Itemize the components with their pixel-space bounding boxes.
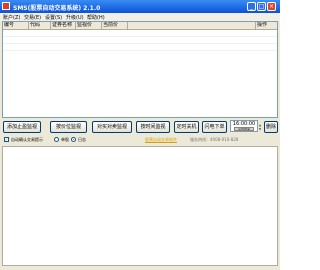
column-header[interactable]: 操作 [255, 22, 277, 29]
column-header[interactable]: 当前价 [102, 22, 128, 29]
table-row [3, 36, 277, 37]
column-header[interactable]: 编号 [3, 22, 29, 29]
set-time-button[interactable]: 设置时间 [234, 127, 254, 131]
app-icon [2, 2, 10, 10]
menu-settings[interactable]: 设置(S) [45, 14, 62, 21]
radio-option-1[interactable] [54, 137, 59, 142]
service-hotline: 服务热线：4008-010-828 [190, 137, 239, 142]
chevron-down-icon[interactable]: ▼ [258, 127, 262, 131]
timed-shutdown-button[interactable]: 定时关机 [174, 121, 199, 133]
time-watch-button[interactable]: 对买对卖监视 [92, 121, 132, 133]
ratio-watch-button[interactable]: 按时间监视 [136, 121, 170, 133]
radio-option-1-label: 单股 [61, 137, 69, 142]
website-link[interactable]: 股票自动交易软件 [145, 137, 177, 143]
maximize-button[interactable]: □ [257, 2, 266, 11]
column-header-blank [128, 22, 255, 29]
column-header[interactable]: 代码 [29, 22, 51, 29]
log-panel [2, 146, 278, 266]
table-header: 编号 代码 证券名称 监视价 当前价 操作 [3, 22, 277, 30]
auto-confirm-label: 自动确认交易提示 [11, 137, 43, 142]
app-window: SMS(股票自动交易系统) 2.1.0 _ □ × 账户(Z) 交易(E) 设置… [0, 0, 280, 270]
column-header[interactable]: 证券名称 [51, 22, 76, 29]
time-stepper[interactable]: ▲ ▼ [258, 123, 262, 131]
table-row [3, 43, 277, 44]
menu-upgrade[interactable]: 升级(U) [66, 14, 84, 21]
radio-option-2[interactable] [71, 137, 76, 142]
menu-help[interactable]: 帮助(H) [87, 14, 105, 21]
add-watch-button[interactable]: 添加止盈监视 [3, 121, 41, 133]
flash-order-button[interactable]: 闪电下单 [202, 121, 227, 133]
table-row [3, 50, 277, 51]
minimize-button[interactable]: _ [247, 2, 256, 11]
delete-button[interactable]: 删除 [264, 121, 278, 133]
auto-confirm-checkbox[interactable]: ✓ [4, 137, 9, 142]
shutdown-time-field[interactable]: 16:00:00 设置时间 [230, 120, 258, 132]
menu-trade[interactable]: 交易(E) [24, 14, 41, 21]
column-header[interactable]: 监视价 [76, 22, 102, 29]
menu-bar: 账户(Z) 交易(E) 设置(S) 升级(U) 帮助(H) [0, 13, 280, 21]
window-title: SMS(股票自动交易系统) 2.1.0 [13, 5, 101, 12]
stop-loss-button[interactable]: 按价位监视 [50, 121, 87, 133]
close-button[interactable]: × [267, 2, 276, 11]
radio-option-2-label: 日志 [78, 137, 86, 142]
menu-account[interactable]: 账户(Z) [3, 14, 20, 21]
watch-table[interactable]: 编号 代码 证券名称 监视价 当前价 操作 [2, 21, 278, 118]
title-bar: SMS(股票自动交易系统) 2.1.0 _ □ × [0, 0, 280, 13]
